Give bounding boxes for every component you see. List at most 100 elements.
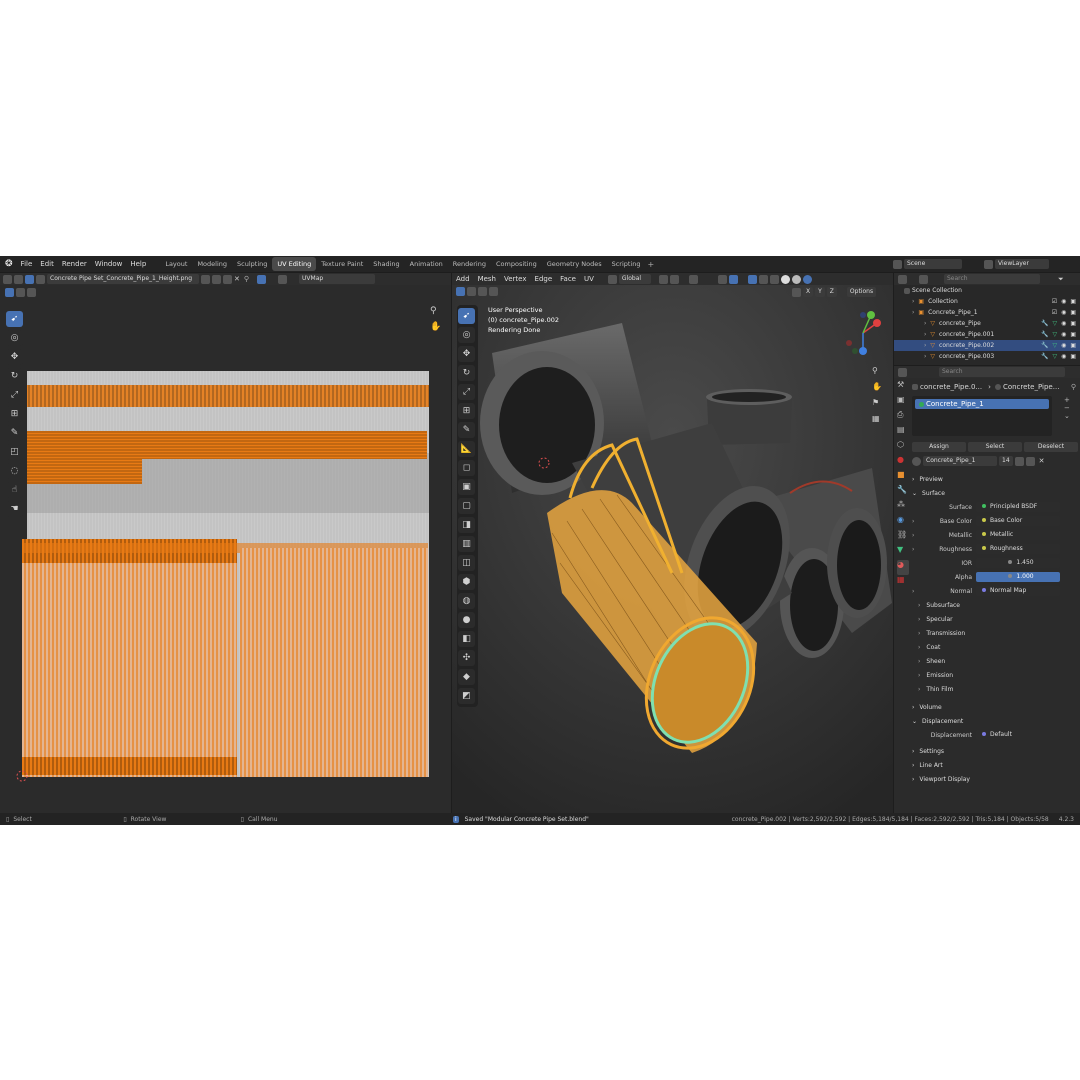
input-field[interactable]: 1.000	[976, 572, 1060, 582]
camera-icon[interactable]: ▣	[1070, 353, 1076, 360]
poly-build-tool-icon[interactable]: ⬢	[458, 574, 475, 590]
proportional-edit-icon[interactable]	[688, 274, 698, 284]
menu-edit[interactable]: Edit	[36, 260, 58, 268]
menu-help[interactable]: Help	[126, 260, 150, 268]
modifier-tab-icon[interactable]: 🔧	[897, 485, 909, 500]
open-image-icon[interactable]	[223, 274, 232, 284]
outliner-row[interactable]: › ▽ concrete_Pipe.002 🔧 ▽ ◉ ▣	[894, 340, 1080, 351]
section-settings[interactable]: › Settings	[912, 744, 1080, 758]
navigation-gizmo[interactable]	[837, 307, 889, 359]
displacement-section[interactable]: ⌄ Displacement	[912, 714, 1080, 728]
close-icon[interactable]: ✕	[1039, 457, 1045, 465]
loop-cut-tool-icon[interactable]: ▥	[458, 536, 475, 552]
add-slot-button[interactable]: +	[1064, 396, 1070, 404]
new-image-icon[interactable]	[212, 274, 221, 284]
modifier-icon[interactable]: 🔧	[1041, 320, 1048, 327]
input-field[interactable]: 1.450	[976, 558, 1060, 568]
xray-icon[interactable]	[758, 274, 768, 284]
viewport-menu-edge[interactable]: Edge	[531, 275, 557, 283]
tab-sculpting[interactable]: Sculpting	[232, 257, 272, 271]
viewport-menu-vertex[interactable]: Vertex	[500, 275, 531, 283]
menu-window[interactable]: Window	[91, 260, 127, 268]
tab-layout[interactable]: Layout	[160, 257, 192, 271]
tab-modeling[interactable]: Modeling	[192, 257, 232, 271]
vertex-select-icon[interactable]	[456, 287, 465, 296]
properties-type-icon[interactable]	[898, 367, 907, 377]
slot-item[interactable]: Concrete_Pipe_1	[915, 399, 1049, 409]
annotate-tool-icon[interactable]: ✎	[458, 422, 475, 438]
add-cube-tool-icon[interactable]: ◻	[458, 460, 475, 476]
fake-user-icon[interactable]	[201, 274, 210, 284]
wireframe-shading-icon[interactable]	[769, 274, 779, 284]
view-layer-tab-icon[interactable]: ▤	[897, 425, 909, 440]
rotate-tool-icon[interactable]: ↻	[458, 365, 475, 381]
chevron-down-icon[interactable]: ⌄	[1064, 412, 1070, 420]
pivot-icon[interactable]	[658, 274, 668, 284]
outliner-row[interactable]: › ▣ Collection ☑ ◉ ▣	[894, 296, 1080, 307]
camera-icon[interactable]: ▣	[1070, 342, 1076, 349]
edge-select-icon[interactable]	[16, 287, 25, 297]
subsection-specular[interactable]: › Specular	[912, 612, 1080, 626]
perspective-grid-icon[interactable]: ▦	[872, 411, 882, 427]
knife-tool-icon[interactable]: ◫	[458, 555, 475, 571]
disclosure-chevron-icon[interactable]: ›	[924, 320, 926, 327]
inset-tool-icon[interactable]: ▢	[458, 498, 475, 514]
tab-shading[interactable]: Shading	[368, 257, 404, 271]
select-mode-icon[interactable]	[489, 287, 498, 296]
extrude-tool-icon[interactable]: ▣	[458, 479, 475, 495]
filter-icon[interactable]: ⏷	[1058, 275, 1064, 284]
edge-slide-tool-icon[interactable]: ◧	[458, 631, 475, 647]
select-tool-icon[interactable]: ➹	[458, 308, 475, 324]
tab-scripting[interactable]: Scripting	[607, 257, 646, 271]
section-line-art[interactable]: › Line Art	[912, 758, 1080, 772]
subsection-subsurface[interactable]: › Subsurface	[912, 598, 1080, 612]
tab-rendering[interactable]: Rendering	[448, 257, 491, 271]
preview-section[interactable]: › Preview	[912, 472, 1080, 486]
render-tab-icon[interactable]: ▣	[897, 395, 909, 410]
pan-hand-icon[interactable]: ✋	[872, 379, 882, 395]
eye-icon[interactable]: ◉	[1061, 309, 1066, 316]
disclosure-chevron-icon[interactable]: ›	[924, 353, 926, 360]
viewlayer-icon[interactable]	[984, 259, 993, 269]
tool-tab-icon[interactable]: ⚒	[897, 380, 909, 395]
uv-canvas[interactable]	[0, 353, 451, 793]
uv-select-mode-icon[interactable]	[14, 274, 23, 284]
axis-z-toggle[interactable]: Z	[826, 287, 837, 297]
spin-tool-icon[interactable]: ◍	[458, 593, 475, 609]
snap-toggle-icon[interactable]	[669, 274, 679, 284]
scene-tab-icon[interactable]: ⬡	[897, 440, 909, 455]
camera-icon[interactable]: ▣	[1070, 320, 1076, 327]
surface-section[interactable]: ⌄ Surface	[912, 486, 1080, 500]
transform-tool-icon[interactable]: ⊞	[458, 403, 475, 419]
world-tab-icon[interactable]: ●	[897, 455, 909, 470]
gizmo-icon[interactable]	[728, 274, 738, 284]
scene-collection-row[interactable]: Scene Collection	[894, 285, 1080, 296]
disclosure-chevron-icon[interactable]: ›	[912, 309, 914, 316]
blender-logo-icon[interactable]: ❂	[5, 259, 13, 269]
eye-icon[interactable]: ◉	[1061, 298, 1066, 305]
vertex-select-icon[interactable]	[5, 287, 14, 297]
viewport-scene[interactable]	[452, 273, 893, 813]
image-browse-icon[interactable]	[36, 274, 45, 284]
pan-hand-icon[interactable]: ✋	[430, 322, 441, 332]
eye-icon[interactable]: ◉	[1061, 320, 1066, 327]
outliner-row[interactable]: › ▽ concrete_Pipe 🔧 ▽ ◉ ▣	[894, 318, 1080, 329]
camera-icon[interactable]: ▣	[1070, 331, 1076, 338]
add-workspace-button[interactable]: +	[647, 260, 654, 269]
input-field[interactable]: Base Color	[976, 516, 1060, 526]
disclosure-chevron-icon[interactable]: ›	[912, 298, 914, 305]
pin-icon[interactable]: ⚲	[1071, 383, 1076, 391]
material-name-field[interactable]: Concrete_Pipe_1	[923, 456, 997, 466]
data-tab-icon[interactable]: ▼	[897, 545, 909, 560]
measure-tool-icon[interactable]: 📐	[458, 441, 475, 457]
snap-icon[interactable]	[257, 274, 267, 284]
scene-icon[interactable]	[893, 259, 902, 269]
tab-compositing[interactable]: Compositing	[491, 257, 542, 271]
outliner-type-icon[interactable]	[898, 274, 907, 284]
deselect-button[interactable]: Deselect	[1024, 442, 1078, 452]
cursor-tool-icon[interactable]: ◎	[458, 327, 475, 343]
mesh-data-icon[interactable]: ▽	[1052, 331, 1057, 338]
mirror-icon[interactable]	[792, 287, 801, 297]
face-select-icon[interactable]	[478, 287, 487, 296]
overlay-icon[interactable]	[747, 274, 757, 284]
